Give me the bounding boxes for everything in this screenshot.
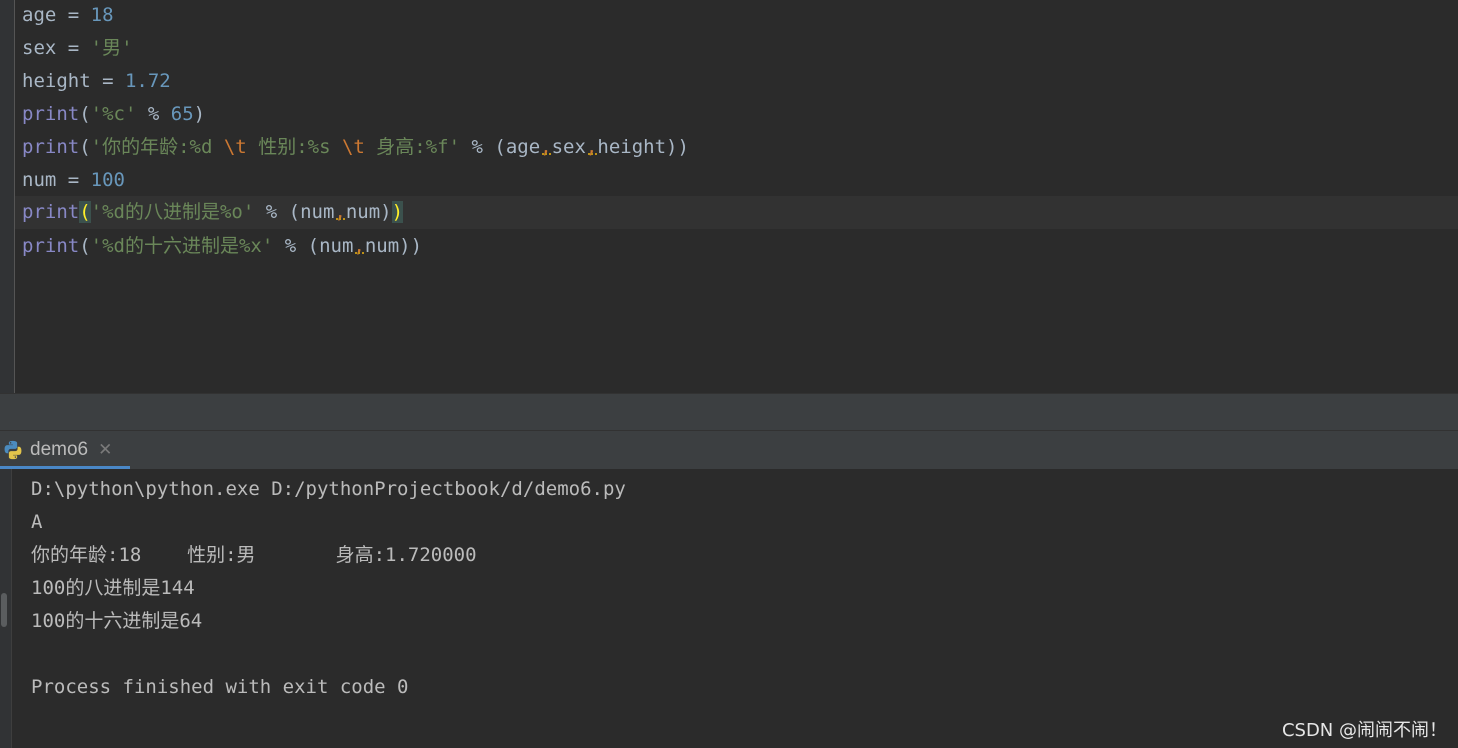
paren: (: [79, 235, 91, 257]
identifier: sex: [551, 136, 586, 158]
code-line-6[interactable]: num = 100: [22, 164, 1452, 197]
operator: % (: [273, 235, 320, 257]
identifier: age: [505, 136, 541, 158]
code-line-5[interactable]: print('你的年龄:%d \t 性别:%s \t 身高:%f' % (age…: [22, 131, 1452, 164]
matched-paren: ): [391, 201, 404, 223]
identifier: height: [22, 70, 91, 92]
identifier: num: [345, 201, 381, 223]
console-scroll-handle[interactable]: [1, 593, 7, 627]
builtin-function: print: [22, 103, 80, 125]
identifier: height: [597, 136, 667, 158]
operator: % (: [460, 136, 506, 158]
string-literal: '%d的十六进制是%x': [90, 235, 274, 257]
number-literal: 65: [170, 103, 194, 125]
builtin-function: print: [22, 201, 80, 223]
console-exit-line: Process finished with exit code 0: [31, 676, 409, 698]
comma-warning[interactable]: ,: [334, 201, 345, 223]
string-literal: 性别:%s: [246, 136, 342, 158]
comma-warning[interactable]: ,: [540, 136, 551, 158]
python-icon: [4, 440, 22, 460]
matched-paren: (: [79, 201, 91, 223]
string-literal: '你的年龄:%d: [90, 136, 224, 158]
console-line: 100的八进制是144: [31, 577, 195, 599]
code-line-4[interactable]: print('%c' % 65): [22, 98, 1452, 131]
paren: ): [380, 201, 392, 223]
builtin-function: print: [22, 136, 80, 158]
watermark: CSDN @闹闹不闹！: [1281, 720, 1447, 741]
escape-sequence: \t: [223, 136, 247, 158]
code-line-2[interactable]: sex = '男': [22, 32, 1452, 65]
close-icon[interactable]: ✕: [98, 440, 112, 460]
paren: )): [666, 136, 689, 158]
operator: =: [90, 70, 125, 92]
string-literal: '%c': [90, 103, 137, 125]
console-line: A: [31, 511, 43, 533]
code-line-7-current[interactable]: print('%d的八进制是%o' % (num,num)): [15, 196, 1458, 229]
string-literal: '%d的八进制是%o': [90, 201, 255, 223]
identifier: num: [22, 169, 57, 191]
identifier: num: [364, 235, 400, 257]
code-line-3[interactable]: height = 1.72: [22, 65, 1452, 98]
string-literal: '男': [90, 37, 133, 59]
comma-warning[interactable]: ,: [586, 136, 597, 158]
paren: ): [193, 103, 206, 125]
identifier: age: [22, 4, 57, 26]
number-literal: 18: [90, 4, 114, 26]
run-tab-label: demo6: [30, 439, 89, 460]
number-literal: 1.72: [124, 70, 171, 92]
panel-splitter[interactable]: [0, 393, 1458, 431]
console-line: 100的十六进制是64: [31, 610, 203, 632]
paren: (: [79, 103, 91, 125]
run-console[interactable]: D:\python\python.exe D:/pythonProjectboo…: [0, 469, 1458, 748]
builtin-function: print: [22, 235, 80, 257]
console-line: D:\python\python.exe D:/pythonProjectboo…: [31, 478, 626, 500]
run-tool-header: demo6 ✕: [0, 431, 1458, 469]
operator: % (: [254, 201, 301, 223]
string-literal: 身高:%f': [364, 136, 461, 158]
paren: (: [79, 136, 91, 158]
operator: =: [56, 169, 91, 191]
code-line-1[interactable]: age = 18: [22, 0, 1452, 32]
identifier: num: [300, 201, 335, 223]
code-line-8[interactable]: print('%d的十六进制是%x' % (num,num)): [22, 230, 1452, 263]
console-line: 你的年龄:18 性别:男 身高:1.720000: [31, 544, 477, 566]
operator: =: [56, 4, 91, 26]
code-editor[interactable]: age = 18 sex = '男' height = 1.72 print('…: [0, 0, 1458, 393]
identifier: sex: [22, 37, 57, 59]
paren: )): [399, 235, 423, 257]
run-tab-demo6[interactable]: demo6 ✕: [0, 431, 130, 469]
escape-sequence: \t: [341, 136, 365, 158]
operator: =: [56, 37, 91, 59]
identifier: num: [319, 235, 354, 257]
number-literal: 100: [90, 169, 125, 191]
comma-warning[interactable]: ,: [353, 235, 364, 257]
console-gutter: [0, 469, 12, 748]
operator: %: [136, 103, 171, 125]
editor-gutter: [0, 0, 15, 393]
